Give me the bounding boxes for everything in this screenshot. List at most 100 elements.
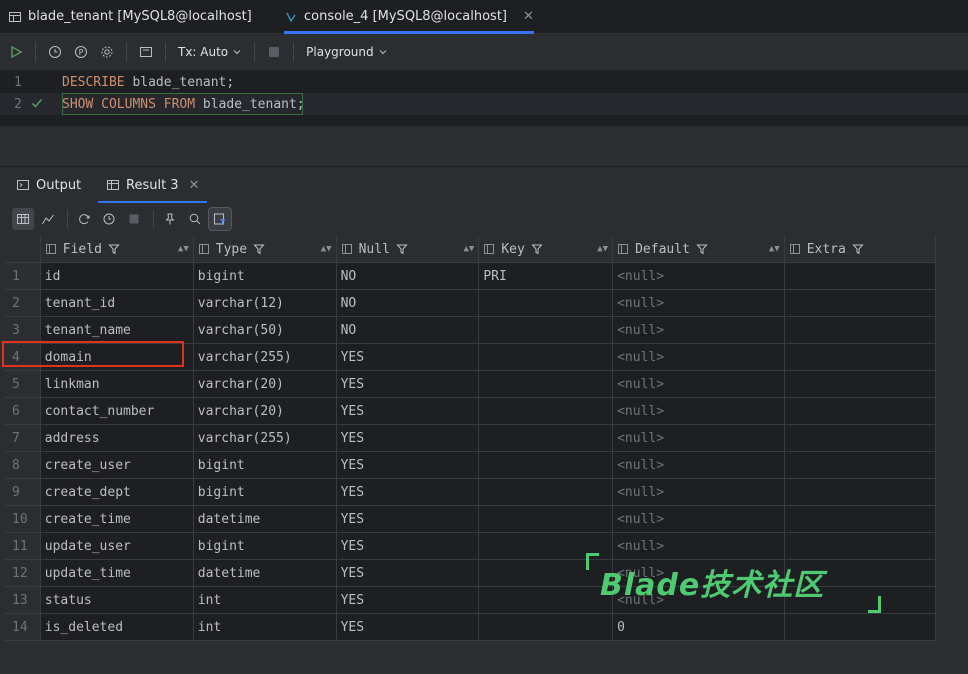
table-cell[interactable]: <null> [612, 316, 785, 344]
table-cell[interactable]: int [193, 586, 337, 614]
table-cell[interactable] [478, 343, 614, 371]
tab-blade-tenant[interactable]: blade_tenant [MySQL8@localhost] [8, 0, 252, 33]
table-cell[interactable]: contact_number [40, 397, 194, 425]
tab-result-3[interactable]: Result 3 ✕ [98, 167, 208, 203]
table-cell[interactable] [784, 478, 937, 506]
table-cell[interactable]: <null> [612, 505, 785, 533]
table-cell[interactable] [784, 370, 937, 398]
table-cell[interactable]: <null> [612, 370, 785, 398]
table-cell[interactable]: datetime [193, 505, 337, 533]
table-cell[interactable]: YES [336, 370, 480, 398]
table-row[interactable]: 9 create_dept bigint YES <null> [4, 478, 937, 506]
table-cell[interactable]: linkman [40, 370, 194, 398]
table-cell[interactable]: YES [336, 559, 480, 587]
table-cell[interactable]: create_time [40, 505, 194, 533]
table-row[interactable]: 7 address varchar(255) YES <null> [4, 424, 937, 452]
column-header-extra[interactable]: Extra [784, 236, 937, 263]
table-cell[interactable]: int [193, 613, 337, 641]
table-cell[interactable] [478, 424, 614, 452]
table-cell[interactable]: tenant_name [40, 316, 194, 344]
tab-output[interactable]: Output [16, 167, 81, 203]
table-cell[interactable]: <null> [612, 343, 785, 371]
refresh-icon[interactable] [73, 208, 95, 230]
sort-icon[interactable]: ▲▼ [769, 244, 780, 254]
filter-icon[interactable] [108, 243, 120, 255]
table-cell[interactable]: varchar(50) [193, 316, 337, 344]
table-cell[interactable] [478, 586, 614, 614]
table-cell[interactable]: YES [336, 505, 480, 533]
table-cell[interactable]: varchar(12) [193, 289, 337, 317]
filter-icon[interactable] [253, 243, 265, 255]
table-cell[interactable]: <null> [612, 478, 785, 506]
table-cell[interactable]: YES [336, 424, 480, 452]
table-cell[interactable] [784, 532, 937, 560]
column-header-null[interactable]: Null ▲▼ [336, 236, 480, 263]
table-cell[interactable] [784, 343, 937, 371]
table-cell[interactable] [784, 424, 937, 452]
filter-icon[interactable] [396, 243, 408, 255]
tx-mode-dropdown[interactable]: Tx: Auto [172, 45, 248, 59]
search-icon[interactable] [184, 208, 206, 230]
table-cell[interactable]: bigint [193, 532, 337, 560]
table-cell[interactable]: varchar(20) [193, 397, 337, 425]
table-cell[interactable]: bigint [193, 451, 337, 479]
table-cell[interactable]: YES [336, 478, 480, 506]
table-cell[interactable] [478, 505, 614, 533]
column-header-type[interactable]: Type ▲▼ [193, 236, 337, 263]
sort-icon[interactable]: ▲▼ [178, 244, 189, 254]
table-cell[interactable] [784, 289, 937, 317]
close-icon[interactable]: ✕ [523, 9, 534, 24]
table-cell[interactable]: bigint [193, 478, 337, 506]
table-row[interactable]: 5 linkman varchar(20) YES <null> [4, 370, 937, 398]
sort-icon[interactable]: ▲▼ [464, 244, 475, 254]
table-cell[interactable]: PRI [478, 262, 614, 290]
table-cell[interactable]: status [40, 586, 194, 614]
table-cell[interactable] [784, 397, 937, 425]
grid-view-icon[interactable] [12, 208, 34, 230]
gear-icon[interactable] [94, 39, 120, 65]
playground-dropdown[interactable]: Playground [300, 45, 393, 59]
table-cell[interactable] [784, 451, 937, 479]
column-header-key[interactable]: Key ▲▼ [478, 236, 614, 263]
table-cell[interactable]: <null> [612, 397, 785, 425]
table-cell[interactable]: YES [336, 451, 480, 479]
close-icon[interactable]: ✕ [189, 178, 200, 193]
table-cell[interactable]: varchar(20) [193, 370, 337, 398]
table-row[interactable]: 14 is_deleted int YES 0 [4, 613, 937, 641]
table-cell[interactable] [784, 613, 937, 641]
table-cell[interactable]: <null> [612, 451, 785, 479]
table-row[interactable]: 11 update_user bigint YES <null> [4, 532, 937, 560]
filter-icon[interactable] [852, 243, 864, 255]
table-cell[interactable]: bigint [193, 262, 337, 290]
table-cell[interactable]: address [40, 424, 194, 452]
table-cell[interactable]: datetime [193, 559, 337, 587]
table-row[interactable]: 6 contact_number varchar(20) YES <null> [4, 397, 937, 425]
table-row[interactable]: 10 create_time datetime YES <null> [4, 505, 937, 533]
chart-view-icon[interactable] [37, 208, 59, 230]
sort-icon[interactable]: ▲▼ [597, 244, 608, 254]
table-cell[interactable]: update_user [40, 532, 194, 560]
table-cell[interactable]: <null> [612, 532, 785, 560]
table-cell[interactable] [478, 397, 614, 425]
table-cell[interactable]: YES [336, 397, 480, 425]
table-cell[interactable]: tenant_id [40, 289, 194, 317]
table-cell[interactable]: YES [336, 613, 480, 641]
table-cell[interactable] [478, 613, 614, 641]
table-cell[interactable] [478, 289, 614, 317]
column-header-default[interactable]: Default ▲▼ [612, 236, 785, 263]
table-row[interactable]: 8 create_user bigint YES <null> [4, 451, 937, 479]
table-cell[interactable] [478, 451, 614, 479]
table-cell[interactable] [784, 316, 937, 344]
table-cell[interactable] [478, 316, 614, 344]
table-cell[interactable] [478, 370, 614, 398]
filter-view-icon[interactable] [208, 207, 232, 231]
table-cell[interactable] [478, 478, 614, 506]
table-cell[interactable]: NO [336, 316, 480, 344]
layout-icon[interactable] [133, 39, 159, 65]
table-row[interactable]: 2 tenant_id varchar(12) NO <null> [4, 289, 937, 317]
run-icon[interactable] [3, 39, 29, 65]
sql-editor[interactable]: 1 2 DESCRIBE blade_tenant; SHOW COLUMNS … [0, 70, 968, 126]
table-cell[interactable]: is_deleted [40, 613, 194, 641]
table-cell[interactable]: YES [336, 343, 480, 371]
table-cell[interactable]: <null> [612, 424, 785, 452]
